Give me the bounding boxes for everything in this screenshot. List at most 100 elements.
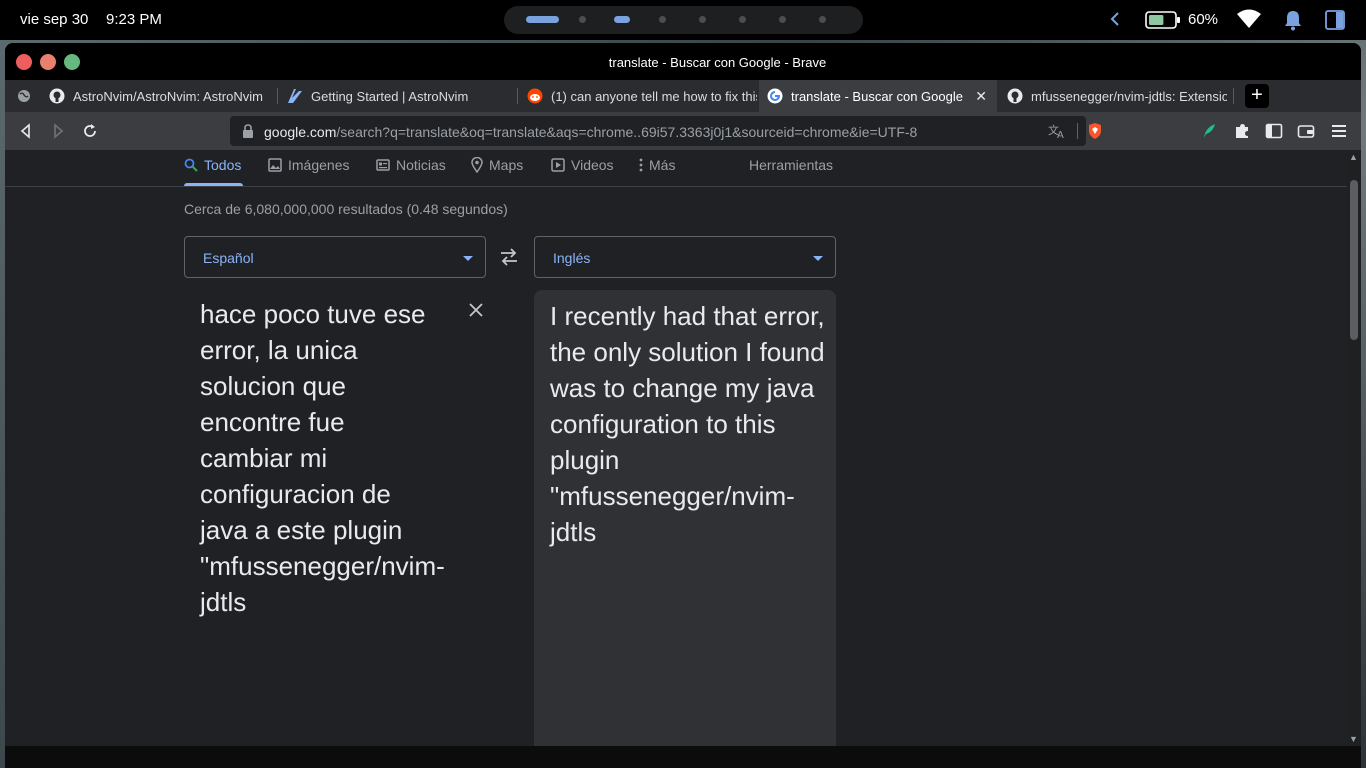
url-path: /search?q=translate&oq=translate&aqs=chr… (336, 124, 918, 140)
results-count: Cerca de 6,080,000,000 resultados (0.48 … (184, 201, 508, 217)
browser-window: translate - Buscar con Google - Brave As… (5, 43, 1361, 768)
tab-label: (1) can anyone tell me how to fix this (551, 88, 757, 104)
wifi-icon[interactable] (1237, 9, 1261, 29)
tab-maps-label: Maps (489, 157, 524, 173)
source-text[interactable]: hace poco tuve ese error, la unica soluc… (200, 296, 445, 620)
more-vertical-icon (639, 158, 643, 172)
github-icon (49, 88, 65, 104)
target-language-select[interactable]: Inglés (534, 236, 836, 278)
source-text-area[interactable]: hace poco tuve ese error, la unica soluc… (184, 290, 486, 746)
tab-todos-label: Todos (204, 157, 242, 173)
sidebar-panel-icon[interactable] (1265, 122, 1283, 140)
system-date[interactable]: vie sep 30 (20, 11, 88, 28)
search-icon (184, 158, 198, 172)
swap-languages-icon[interactable] (499, 248, 519, 266)
tab-videos[interactable]: Videos (551, 156, 614, 174)
tab-videos-label: Videos (571, 157, 614, 173)
url-text[interactable]: google.com/search?q=translate&oq=transla… (264, 124, 917, 140)
browser-toolbar: google.com/search?q=translate&oq=transla… (5, 112, 1361, 150)
tab-noticias[interactable]: Noticias (376, 156, 446, 174)
extension-leaf-icon[interactable] (1201, 122, 1217, 140)
map-pin-icon (471, 157, 483, 173)
chevron-left-icon[interactable] (1107, 8, 1123, 30)
tab-label: translate - Buscar con Google (791, 88, 963, 104)
globe-icon[interactable] (17, 89, 31, 103)
menu-icon[interactable] (1331, 122, 1347, 140)
wallet-icon[interactable] (1297, 122, 1315, 140)
tab-mas-label: Más (649, 157, 676, 173)
forward-icon[interactable] (49, 122, 67, 140)
tab-noticias-label: Noticias (396, 157, 446, 173)
address-bar-divider (1077, 123, 1078, 139)
battery-percent: 60% (1188, 11, 1219, 28)
workspace-indicator[interactable] (504, 6, 863, 34)
url-host: google.com (264, 124, 337, 140)
astronvim-icon (288, 89, 302, 103)
system-clock[interactable]: 9:23 PM (106, 11, 162, 28)
tab-strip: AstroNvim/AstroNvim: AstroNvim Getting S… (5, 80, 1361, 112)
active-tab-underline (184, 183, 243, 186)
tab-astronvim-github[interactable]: AstroNvim/AstroNvim: AstroNvim (41, 80, 275, 112)
translation-output-panel: I recently had that error, the only solu… (534, 290, 836, 746)
workspace-dot[interactable] (699, 16, 706, 23)
tab-maps[interactable]: Maps (471, 156, 523, 174)
tab-label: AstroNvim/AstroNvim: AstroNvim (73, 88, 263, 104)
search-tabs-bar: Todos Imágenes Noticias Maps Videos Más … (5, 150, 1347, 187)
source-language-label: Español (203, 250, 254, 266)
image-icon (268, 158, 282, 172)
workspace-dot[interactable] (659, 16, 666, 23)
tab-astronvim-getting-started[interactable]: Getting Started | AstroNvim (279, 80, 515, 112)
window-title: translate - Buscar con Google - Brave (608, 55, 827, 70)
tab-todos[interactable]: Todos (184, 156, 241, 174)
system-top-bar: vie sep 30 9:23 PM 60% (0, 0, 1366, 40)
translate-page-icon[interactable]: 文 A (1048, 123, 1066, 139)
clear-text-icon[interactable] (468, 302, 484, 318)
new-tab-button[interactable]: + (1245, 84, 1269, 108)
workspace-dot[interactable] (579, 16, 586, 23)
herramientas-button[interactable]: Herramientas (749, 156, 833, 174)
tab-reddit[interactable]: (1) can anyone tell me how to fix this (519, 80, 757, 112)
news-icon (376, 159, 390, 171)
tab-nvim-jdtls[interactable]: mfussenegger/nvim-jdtls: Extensions (999, 80, 1227, 112)
page-content: Todos Imágenes Noticias Maps Videos Más … (5, 150, 1347, 746)
herramientas-label: Herramientas (749, 157, 834, 173)
tab-label: mfussenegger/nvim-jdtls: Extensions (1031, 88, 1227, 104)
back-icon[interactable] (17, 122, 35, 140)
scrollbar-thumb[interactable] (1350, 180, 1358, 340)
workspace-dot[interactable] (739, 16, 746, 23)
address-bar[interactable]: google.com/search?q=translate&oq=transla… (230, 116, 1101, 146)
tab-google-translate[interactable]: translate - Buscar con Google ✕ (759, 80, 997, 112)
workspace-dot[interactable] (779, 16, 786, 23)
workspace-dot[interactable] (819, 16, 826, 23)
lock-icon[interactable] (242, 124, 254, 138)
page-scrollbar[interactable]: ▲ ▼ (1347, 150, 1361, 746)
workspace-dot-active[interactable] (526, 16, 559, 23)
translated-text: I recently had that error, the only solu… (550, 301, 825, 547)
tab-imagenes[interactable]: Imágenes (268, 156, 349, 174)
sidebar-toggle-icon[interactable] (1325, 10, 1345, 30)
video-icon (551, 158, 565, 172)
battery-icon[interactable] (1145, 10, 1181, 30)
tab-imagenes-label: Imágenes (288, 157, 350, 173)
dropdown-caret-icon (813, 256, 823, 261)
scroll-down-arrow-icon[interactable]: ▼ (1349, 734, 1358, 744)
tab-divider (277, 88, 278, 104)
brave-shields-icon[interactable] (1087, 122, 1103, 140)
svg-text:A: A (1057, 130, 1064, 139)
tab-label: Getting Started | AstroNvim (311, 88, 469, 104)
tab-divider (1233, 88, 1234, 104)
close-tab-icon[interactable]: ✕ (975, 88, 987, 105)
workspace-dot-active[interactable] (614, 16, 630, 23)
dropdown-caret-icon (463, 256, 473, 261)
scroll-up-arrow-icon[interactable]: ▲ (1349, 152, 1358, 162)
reddit-icon (527, 88, 543, 104)
target-language-label: Inglés (553, 250, 591, 266)
window-titlebar[interactable]: translate - Buscar con Google - Brave (5, 43, 1361, 80)
extensions-puzzle-icon[interactable] (1233, 122, 1251, 140)
tab-mas[interactable]: Más (639, 156, 675, 174)
window-bottom-strip (5, 746, 1361, 768)
bell-icon[interactable] (1283, 9, 1303, 31)
source-language-select[interactable]: Español (184, 236, 486, 278)
github-icon (1007, 88, 1023, 104)
reload-icon[interactable] (81, 122, 99, 140)
